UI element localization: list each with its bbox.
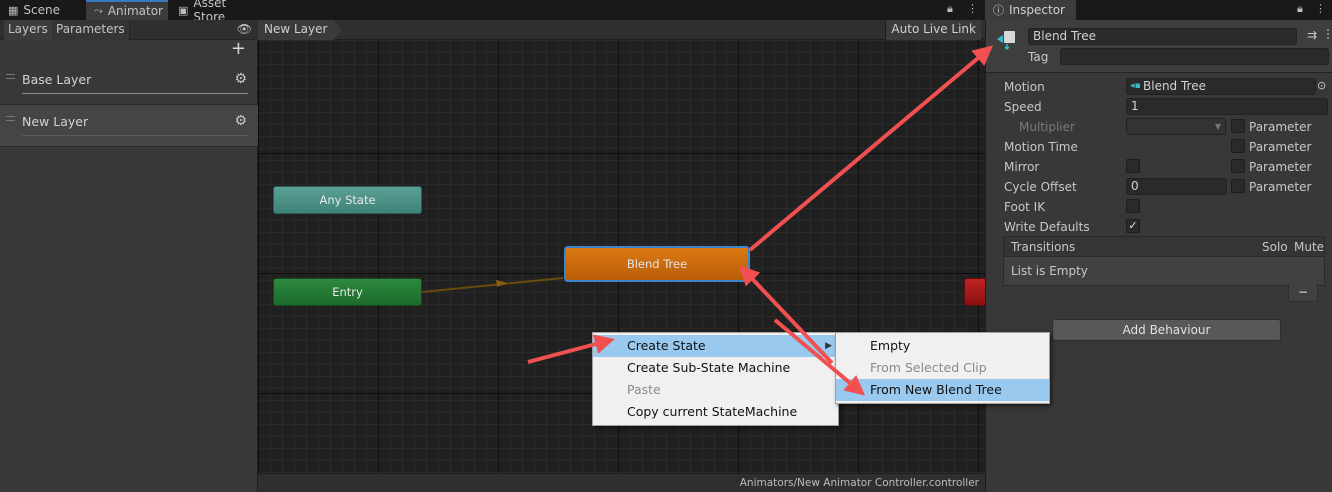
- info-icon: ⓘ: [993, 4, 1004, 17]
- layers-panel: Layers Parameters 👁︎ + Base Layer ⚙ New …: [0, 20, 258, 492]
- layer-weight-line: [22, 135, 248, 136]
- menu-item-label: Create State: [627, 338, 706, 353]
- gear-icon[interactable]: ⚙: [234, 71, 247, 87]
- parameter-label: Parameter: [1249, 140, 1312, 154]
- create-state-submenu: Empty From Selected Clip From New Blend …: [835, 332, 1050, 404]
- gear-icon[interactable]: ⚙: [234, 113, 247, 129]
- lock-icon[interactable]: 🔒︎: [1297, 2, 1303, 16]
- tab-asset-store[interactable]: ▣ Asset Store: [170, 0, 268, 24]
- more-menu-icon[interactable]: ⋮: [967, 2, 978, 15]
- write-defaults-label: Write Defaults: [1004, 220, 1090, 234]
- context-menu: Create State ▶ Create Sub-State Machine …: [592, 332, 839, 426]
- menu-item-copy-state-machine[interactable]: Copy current StateMachine: [593, 401, 838, 423]
- submenu-item-from-selected-clip: From Selected Clip: [870, 360, 987, 375]
- auto-live-link-button[interactable]: Auto Live Link: [885, 20, 981, 40]
- multiplier-label: Multiplier: [1019, 120, 1075, 134]
- solo-label: Solo: [1262, 240, 1288, 254]
- mirror-checkbox[interactable]: [1126, 159, 1140, 173]
- motion-time-parameter-checkbox[interactable]: [1231, 139, 1245, 153]
- chevron-right-icon: ▶: [825, 341, 832, 351]
- layer-weight-line: [22, 93, 248, 94]
- tab-animator[interactable]: ⤳ Animator: [86, 0, 168, 20]
- inspector-tab-strip: ⓘ Inspector 🔒︎ ⋮: [985, 0, 1332, 20]
- remove-transition-button[interactable]: −: [1288, 284, 1318, 302]
- mute-label: Mute: [1294, 240, 1325, 254]
- drag-handle-icon[interactable]: [6, 74, 15, 79]
- speed-label: Speed: [1004, 100, 1042, 114]
- motion-field[interactable]: ◂▪ Blend Tree: [1126, 78, 1316, 95]
- tab-inspector[interactable]: ⓘ Inspector: [985, 0, 1076, 20]
- motion-label: Motion: [1004, 80, 1045, 94]
- lock-icon[interactable]: 🔒︎: [947, 2, 953, 16]
- layer-item-new[interactable]: New Layer ⚙: [0, 105, 258, 147]
- multiplier-dropdown: ▼: [1126, 118, 1226, 135]
- chevron-down-icon: ▼: [1214, 122, 1221, 131]
- blend-tree-icon: [996, 29, 1018, 51]
- mirror-parameter-checkbox[interactable]: [1231, 159, 1245, 173]
- preset-icon[interactable]: ⇉: [1307, 28, 1317, 42]
- write-defaults-checkbox[interactable]: ✓: [1126, 219, 1140, 233]
- layers-panel-tabs: Layers Parameters 👁︎: [0, 20, 258, 40]
- animator-icon: ⤳: [94, 4, 103, 17]
- foot-ik-checkbox[interactable]: [1126, 199, 1140, 213]
- tab-parameters[interactable]: Parameters: [52, 20, 130, 40]
- grid-icon: ▦: [8, 3, 19, 17]
- transitions-list: Transitions Solo Mute List is Empty: [1003, 236, 1325, 286]
- menu-item-create-state[interactable]: Create State ▶: [593, 335, 838, 357]
- graph-toolbar: New Layer Auto Live Link: [258, 20, 985, 40]
- state-name-field[interactable]: Blend Tree: [1028, 28, 1297, 45]
- node-any-state[interactable]: Any State: [273, 186, 422, 214]
- parameter-label: Parameter: [1249, 120, 1312, 134]
- more-menu-icon[interactable]: ⋮: [1322, 27, 1332, 41]
- menu-item-create-sub-state-machine[interactable]: Create Sub-State Machine: [593, 357, 838, 379]
- motion-value: Blend Tree: [1143, 79, 1206, 93]
- layer-item-base[interactable]: Base Layer ⚙: [0, 63, 258, 105]
- speed-field[interactable]: 1: [1126, 98, 1328, 115]
- graph-status-bar: Animators/New Animator Controller.contro…: [258, 473, 985, 492]
- transitions-header: Transitions Solo Mute: [1004, 237, 1324, 257]
- inspector-panel: Blend Tree ⇉ ⋮ Tag Motion ◂▪ Blend Tree …: [985, 20, 1332, 492]
- node-exit-partial[interactable]: [964, 278, 985, 306]
- cycle-offset-parameter-checkbox[interactable]: [1231, 179, 1245, 193]
- node-entry[interactable]: Entry: [273, 278, 422, 306]
- add-layer-button[interactable]: +: [231, 39, 246, 59]
- object-picker-icon[interactable]: ⊙: [1317, 79, 1326, 92]
- multiplier-parameter-checkbox[interactable]: [1231, 119, 1245, 133]
- menu-item-paste: Paste: [627, 382, 661, 397]
- transitions-label: Transitions: [1011, 240, 1076, 254]
- more-menu-icon[interactable]: ⋮: [1315, 2, 1326, 15]
- drag-handle-icon[interactable]: [6, 116, 15, 121]
- submenu-item-empty[interactable]: Empty: [836, 335, 1049, 357]
- tab-inspector-label: Inspector: [1009, 3, 1065, 17]
- breadcrumb[interactable]: New Layer: [258, 20, 341, 40]
- tag-label: Tag: [1028, 50, 1049, 64]
- layer-name: New Layer: [22, 114, 89, 129]
- foot-ik-label: Foot IK: [1004, 200, 1046, 214]
- tab-animator-label: Animator: [107, 4, 163, 18]
- cycle-offset-label: Cycle Offset: [1004, 180, 1077, 194]
- list-empty-text: List is Empty: [1011, 264, 1088, 278]
- parameter-label: Parameter: [1249, 160, 1312, 174]
- layer-name: Base Layer: [22, 72, 92, 87]
- submenu-item-from-new-blend-tree[interactable]: From New Blend Tree: [836, 379, 1049, 401]
- blend-tree-small-icon: ◂▪: [1130, 81, 1141, 91]
- tab-scene[interactable]: ▦ Scene: [0, 0, 86, 20]
- cycle-offset-field[interactable]: 0: [1126, 178, 1227, 195]
- motion-time-label: Motion Time: [1004, 140, 1078, 154]
- bag-icon: ▣: [178, 3, 189, 17]
- eye-icon[interactable]: 👁︎: [237, 22, 252, 36]
- tab-layers[interactable]: Layers: [4, 20, 53, 40]
- parameter-label: Parameter: [1249, 180, 1312, 194]
- node-blend-tree[interactable]: Blend Tree: [564, 246, 750, 282]
- mirror-label: Mirror: [1004, 160, 1040, 174]
- editor-tab-strip: ▦ Scene ⤳ Animator ▣ Asset Store 🔒︎ ⋮: [0, 0, 985, 24]
- add-behaviour-button[interactable]: Add Behaviour: [1052, 319, 1281, 341]
- inspector-header: Blend Tree ⇉ ⋮ Tag: [986, 20, 1332, 73]
- tag-field[interactable]: [1060, 48, 1329, 65]
- controller-path: Animators/New Animator Controller.contro…: [739, 477, 979, 489]
- tab-scene-label: Scene: [23, 3, 60, 17]
